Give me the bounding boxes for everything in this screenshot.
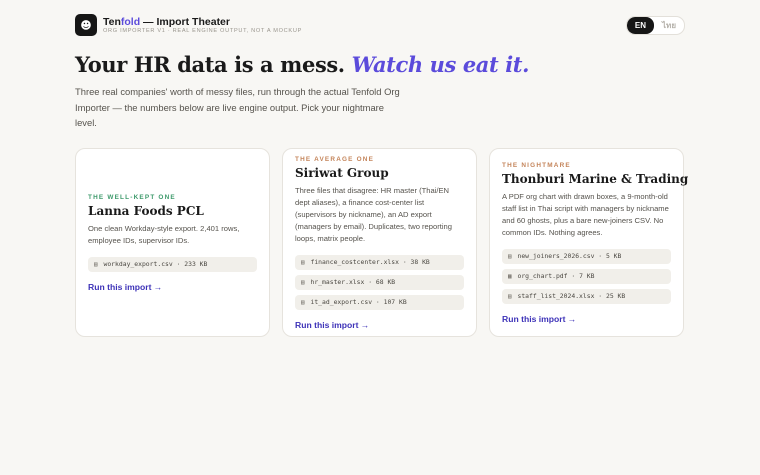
card-tier-label: THE NIGHTMARE (502, 161, 571, 169)
language-toggle: EN ไทย (625, 16, 685, 35)
file-chip: ▤ hr_master.xlsx · 68 KB (295, 274, 464, 290)
card-description: One clean Workday-style export. 2,401 ro… (88, 223, 240, 245)
file-size: 233 KB (184, 259, 208, 268)
file-icon: ▤ (508, 292, 512, 300)
file-name: hr_master.xlsx (310, 277, 365, 286)
card-description: Three files that disagree: HR master (Th… (295, 185, 453, 243)
file-icon: ▤ (94, 260, 98, 268)
lang-th-button[interactable]: ไทย (654, 17, 684, 34)
page-headline: Your HR data is a mess. Watch us eat it. (75, 52, 529, 77)
file-icon: ▤ (508, 252, 512, 260)
file-list: ▤ workday_export.csv · 233 KB (88, 256, 257, 272)
file-chip: ▦ org_chart.pdf · 7 KB (502, 268, 671, 284)
brand-title: Tenfold — Import Theater (103, 16, 230, 28)
file-size: 7 KB (579, 271, 595, 280)
file-icon: ▤ (301, 278, 305, 286)
file-chip: ▤ staff_list_2024.xlsx · 25 KB (502, 288, 671, 304)
file-size: 25 KB (605, 291, 626, 300)
file-chip: ▤ workday_export.csv · 233 KB (88, 256, 257, 272)
app-header: ☻ Tenfold — Import Theater ORG IMPORTER … (75, 14, 685, 36)
file-separator: · (372, 297, 384, 306)
logo-icon: ☻ (75, 14, 97, 36)
intro-text: Three real companies' worth of messy fil… (75, 86, 400, 128)
file-name: workday_export.csv (103, 259, 173, 268)
brand-name-part1: Ten (103, 16, 121, 28)
headline-plain: Your HR data is a mess. (75, 52, 352, 77)
card-description: A PDF org chart with drawn boxes, a 9-mo… (502, 191, 669, 237)
file-name: finance_costcenter.xlsx (310, 257, 399, 266)
file-separator: · (594, 251, 606, 260)
card-tier-label: THE AVERAGE ONE (295, 155, 375, 163)
scenario-card-nightmare: THE NIGHTMARE Thonburi Marine & Trading … (489, 148, 689, 337)
file-size: 5 KB (605, 251, 622, 260)
file-chip: ▤ it_ad_export.csv · 107 KB (295, 294, 464, 310)
file-size: 68 KB (375, 277, 396, 286)
file-size: 38 KB (410, 257, 430, 266)
file-list: ▤ new_joiners_2026.csv · 5 KB ▦ org_char… (502, 248, 671, 304)
tagline: ORG IMPORTER V1 · REAL ENGINE OUTPUT, NO… (103, 28, 303, 34)
file-separator: · (364, 277, 376, 286)
file-chip: ▤ finance_costcenter.xlsx · 38 KB (295, 254, 464, 270)
file-icon: ▤ (301, 298, 305, 306)
file-separator: · (567, 271, 580, 280)
run-label: Run this import (295, 319, 359, 330)
lang-en-button[interactable]: EN (626, 17, 655, 34)
file-separator: · (398, 257, 411, 266)
file-name: staff_list_2024.xlsx (517, 291, 595, 300)
run-import-link[interactable]: Run this import → (502, 314, 671, 324)
card-tier-label: THE WELL-KEPT ONE (88, 193, 176, 201)
arrow-right-icon: → (567, 313, 577, 324)
file-name: new_joiners_2026.csv (517, 251, 595, 260)
file-icon: ▦ (508, 272, 512, 280)
run-import-link[interactable]: Run this import → (88, 282, 257, 292)
run-label: Run this import (88, 281, 152, 292)
file-separator: · (594, 291, 606, 300)
headline-emphasis: Watch us eat it. (351, 52, 530, 77)
scenario-card-average: THE AVERAGE ONE Siriwat Group Three file… (282, 148, 477, 337)
brand-subtitle: — Import Theater (140, 16, 230, 28)
file-separator: · (172, 259, 185, 268)
file-list: ▤ finance_costcenter.xlsx · 38 KB ▤ hr_m… (295, 254, 464, 310)
run-import-link[interactable]: Run this import → (295, 320, 464, 330)
scenario-card-wellkept: THE WELL-KEPT ONE Lanna Foods PCL One cl… (75, 148, 270, 337)
run-label: Run this import (502, 313, 566, 324)
file-size: 107 KB (383, 297, 407, 306)
card-title: Thonburi Marine & Trading (502, 171, 689, 186)
file-name: org_chart.pdf (517, 271, 568, 280)
arrow-right-icon: → (153, 281, 163, 292)
card-title: Siriwat Group (295, 165, 389, 180)
file-name: it_ad_export.csv (310, 297, 373, 306)
arrow-right-icon: → (360, 319, 370, 330)
file-icon: ▤ (301, 258, 305, 266)
brand-name-part2: fold (120, 16, 141, 28)
card-title: Lanna Foods PCL (88, 203, 204, 218)
file-chip: ▤ new_joiners_2026.csv · 5 KB (502, 248, 671, 264)
